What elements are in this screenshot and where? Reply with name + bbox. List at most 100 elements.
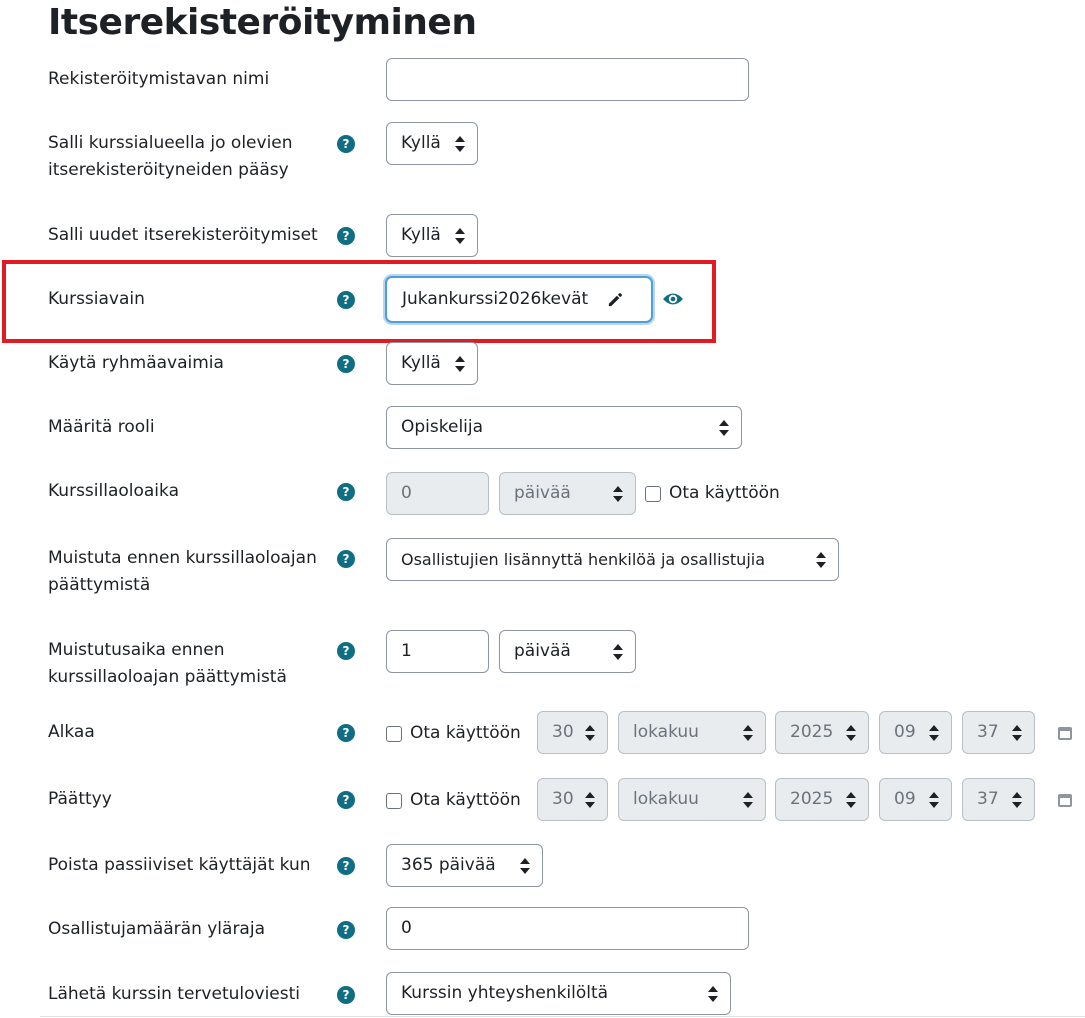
- allow-existing-label: Salli kurssialueella jo olevien itsereki…: [48, 130, 293, 184]
- notify-threshold-unit-select[interactable]: päivää: [499, 630, 636, 673]
- start-day-value: 30: [552, 722, 574, 742]
- select-arrows-icon: [585, 725, 595, 741]
- allow-new-select[interactable]: Kyllä: [386, 214, 478, 257]
- remove-inactive-label: Poista passiiviset käyttäjät kun: [48, 855, 311, 875]
- duration-enable-label[interactable]: Ota käyttöön: [669, 480, 780, 507]
- select-arrows-icon: [929, 792, 939, 808]
- group-keys-select[interactable]: Kyllä: [386, 342, 478, 385]
- start-month-value: lokakuu: [633, 722, 699, 742]
- welcome-message-label: Lähetä kurssin tervetuloviesti: [48, 984, 300, 1004]
- start-date-label: Alkaa: [48, 722, 95, 742]
- end-minute-value: 37: [977, 789, 999, 809]
- notify-threshold-label-line2: kurssillaoloajan päättymistä: [48, 667, 287, 687]
- help-icon[interactable]: ?: [337, 986, 355, 1004]
- start-month-select[interactable]: lokakuu: [618, 711, 766, 754]
- page-title: Itserekisteröityminen: [48, 2, 477, 43]
- start-year-select[interactable]: 2025: [775, 711, 869, 754]
- enrolment-key-label: Kurssiavain: [48, 289, 145, 309]
- group-keys-label: Käytä ryhmäavaimia: [48, 353, 224, 373]
- help-icon[interactable]: ?: [337, 550, 355, 568]
- start-minute-select[interactable]: 37: [962, 711, 1035, 754]
- start-hour-value: 09: [894, 722, 916, 742]
- duration-input[interactable]: 0: [386, 472, 489, 515]
- select-arrows-icon: [743, 725, 753, 741]
- select-arrows-icon: [455, 228, 465, 244]
- help-icon[interactable]: ?: [337, 642, 355, 660]
- end-month-select[interactable]: lokakuu: [618, 778, 766, 821]
- start-minute-value: 37: [977, 722, 999, 742]
- end-day-value: 30: [552, 789, 574, 809]
- end-enable-checkbox[interactable]: [386, 793, 402, 809]
- help-icon[interactable]: ?: [337, 791, 355, 809]
- select-arrows-icon: [846, 792, 856, 808]
- welcome-message-select[interactable]: Kurssin yhteyshenkilöltä: [386, 972, 731, 1015]
- role-value: Opiskelija: [401, 417, 484, 437]
- duration-label: Kurssillaoloaika: [48, 481, 179, 501]
- method-name-input[interactable]: [386, 58, 749, 101]
- end-enable-label[interactable]: Ota käyttöön: [410, 787, 521, 814]
- notify-threshold-label-line1: Muistutusaika ennen: [48, 640, 225, 660]
- notify-label-line1: Muistuta ennen kurssillaoloajan: [48, 548, 317, 568]
- select-arrows-icon: [846, 725, 856, 741]
- select-arrows-icon: [1012, 725, 1022, 741]
- help-icon[interactable]: ?: [337, 724, 355, 742]
- end-year-select[interactable]: 2025: [775, 778, 869, 821]
- enrolment-key-input[interactable]: Jukankurssi2026kevät: [385, 276, 653, 323]
- select-arrows-icon: [520, 858, 530, 874]
- calendar-icon[interactable]: [1058, 727, 1072, 740]
- allow-new-value: Kyllä: [401, 225, 441, 245]
- notify-threshold-input[interactable]: 1: [386, 630, 489, 673]
- calendar-icon[interactable]: [1058, 794, 1072, 807]
- help-icon[interactable]: ?: [337, 355, 355, 373]
- method-name-label: Rekisteröitymistavan nimi: [48, 69, 270, 89]
- help-icon[interactable]: ?: [337, 227, 355, 245]
- allow-existing-label-line2: itserekisteröityneiden pääsy: [48, 160, 289, 180]
- max-enrolled-label: Osallistujamäärän yläraja: [48, 919, 265, 939]
- end-year-value: 2025: [790, 789, 834, 809]
- select-arrows-icon: [743, 792, 753, 808]
- allow-existing-label-line1: Salli kurssialueella jo olevien: [48, 133, 293, 153]
- end-day-select[interactable]: 30: [537, 778, 608, 821]
- notify-value: Osallistujien lisännyttä henkilöä ja osa…: [401, 550, 766, 569]
- notify-label-line2: päättymistä: [48, 575, 151, 595]
- allow-existing-select[interactable]: Kyllä: [386, 122, 478, 165]
- end-minute-select[interactable]: 37: [962, 778, 1035, 821]
- help-icon[interactable]: ?: [337, 135, 355, 153]
- end-month-value: lokakuu: [633, 789, 699, 809]
- max-enrolled-input[interactable]: 0: [386, 907, 749, 950]
- help-icon[interactable]: ?: [337, 483, 355, 501]
- enrolment-key-value: Jukankurssi2026kevät: [402, 289, 589, 309]
- start-day-select[interactable]: 30: [537, 711, 608, 754]
- select-arrows-icon: [929, 725, 939, 741]
- help-icon[interactable]: ?: [337, 857, 355, 875]
- allow-new-label: Salli uudet itserekisteröitymiset: [48, 225, 318, 245]
- notify-label: Muistuta ennen kurssillaoloajan päättymi…: [48, 545, 317, 599]
- duration-unit-select[interactable]: päivää: [499, 472, 636, 515]
- allow-existing-value: Kyllä: [401, 133, 441, 153]
- edit-pencil-icon[interactable]: [606, 290, 625, 309]
- role-label: Määritä rooli: [48, 417, 155, 437]
- reveal-eye-icon[interactable]: [662, 290, 684, 308]
- select-arrows-icon: [708, 986, 718, 1002]
- group-keys-value: Kyllä: [401, 353, 441, 373]
- notify-threshold-label: Muistutusaika ennen kurssillaoloajan pää…: [48, 637, 287, 691]
- start-enable-checkbox[interactable]: [386, 726, 402, 742]
- welcome-message-value: Kurssin yhteyshenkilöltä: [401, 983, 609, 1003]
- remove-inactive-select[interactable]: 365 päivää: [386, 844, 543, 887]
- select-arrows-icon: [455, 136, 465, 152]
- end-hour-value: 09: [894, 789, 916, 809]
- start-year-value: 2025: [790, 722, 834, 742]
- role-select[interactable]: Opiskelija: [386, 406, 742, 449]
- select-arrows-icon: [455, 356, 465, 372]
- start-hour-select[interactable]: 09: [879, 711, 952, 754]
- select-arrows-icon: [613, 644, 623, 660]
- start-enable-label[interactable]: Ota käyttöön: [410, 720, 521, 747]
- end-hour-select[interactable]: 09: [879, 778, 952, 821]
- help-icon[interactable]: ?: [337, 921, 355, 939]
- notify-threshold-unit-value: päivää: [514, 641, 571, 661]
- select-arrows-icon: [613, 486, 623, 502]
- notify-select[interactable]: Osallistujien lisännyttä henkilöä ja osa…: [386, 538, 839, 581]
- duration-enable-checkbox[interactable]: [645, 486, 661, 502]
- end-date-label: Päättyy: [48, 789, 112, 809]
- help-icon[interactable]: ?: [337, 291, 355, 309]
